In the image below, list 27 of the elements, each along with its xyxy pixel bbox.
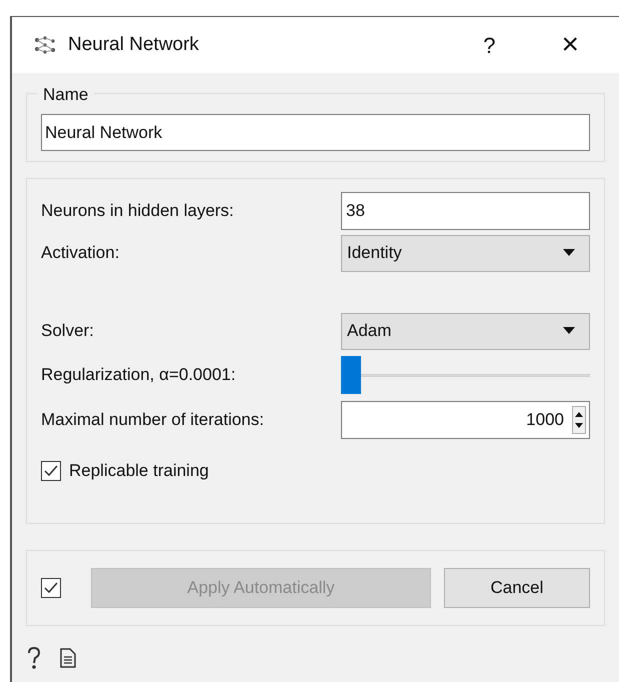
checkbox[interactable] bbox=[41, 578, 61, 598]
window-title: Neural Network bbox=[68, 32, 199, 57]
caret-icon bbox=[563, 327, 575, 335]
checkbox[interactable] bbox=[41, 461, 61, 481]
help-icon[interactable] bbox=[26, 646, 42, 670]
field-label: Neurons in hidden layers: bbox=[41, 200, 235, 222]
field-label: Solver: bbox=[41, 320, 95, 342]
dropdown[interactable]: Identity bbox=[341, 234, 590, 272]
checkbox-label: Replicable training bbox=[69, 460, 209, 482]
name-field[interactable]: Neural Network bbox=[41, 114, 590, 151]
field-label: Maximal number of iterations: bbox=[41, 409, 265, 432]
checkmark-icon bbox=[44, 464, 58, 478]
field-label: Regularization, α=0.0001: bbox=[41, 364, 237, 386]
spinner-arrows-icon[interactable] bbox=[572, 406, 586, 434]
close-button[interactable]: × bbox=[561, 30, 579, 60]
number-field[interactable]: 1000 bbox=[341, 401, 590, 439]
slider-thumb[interactable] bbox=[341, 356, 361, 394]
field-label: Activation: bbox=[41, 242, 120, 264]
checkmark-icon bbox=[44, 581, 58, 595]
caret-icon bbox=[563, 249, 575, 257]
network-icon bbox=[34, 35, 56, 55]
slider[interactable] bbox=[341, 356, 590, 394]
cancel-button[interactable]: Cancel bbox=[444, 568, 590, 608]
help-button[interactable]: ? bbox=[483, 28, 496, 62]
dropdown[interactable]: Adam bbox=[341, 312, 590, 350]
input-field[interactable]: 38 bbox=[341, 192, 590, 230]
document-icon[interactable] bbox=[60, 648, 76, 668]
